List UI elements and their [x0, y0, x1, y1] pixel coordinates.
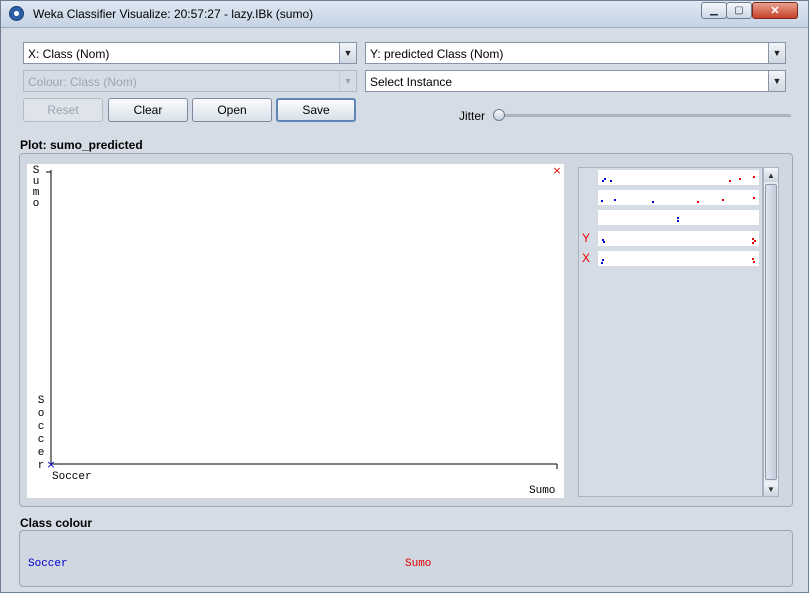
plot-title: Plot: sumo_predicted: [20, 138, 143, 152]
x-tick-label-sumo: Sumo: [529, 485, 556, 497]
x-tick-label-soccer: Soccer: [52, 471, 92, 483]
jitter-slider[interactable]: [498, 114, 791, 117]
plot-points: ××: [46, 164, 561, 471]
class-colour-sumo[interactable]: Sumo: [405, 558, 431, 570]
scroll-down-icon[interactable]: ▼: [764, 482, 778, 496]
save-button[interactable]: Save: [276, 98, 356, 122]
data-point-0[interactable]: ×: [46, 458, 55, 471]
y-axis-select-value: Y: predicted Class (Nom): [370, 47, 504, 61]
y-tick-label-sumo: Sumo: [32, 165, 40, 210]
window-title: Weka Classifier Visualize: 20:57:27 - la…: [33, 7, 314, 21]
class-colour-title: Class colour: [20, 516, 93, 530]
chevron-down-icon[interactable]: ▼: [339, 43, 356, 63]
attribute-panel-scrollbar[interactable]: ▲ ▼: [763, 167, 779, 497]
attribute-strip[interactable]: [598, 210, 759, 225]
x-selected-label: X: [582, 251, 591, 265]
jitter-label: Jitter: [459, 109, 486, 123]
y-axis-select[interactable]: Y: predicted Class (Nom) ▼: [365, 42, 786, 64]
minimize-button[interactable]: ▁: [701, 2, 727, 19]
data-point-1[interactable]: ×: [552, 164, 561, 177]
y-selected-label: Y: [582, 231, 591, 245]
weka-app-icon: [9, 6, 24, 21]
clear-button[interactable]: Clear: [108, 98, 188, 122]
attribute-strip-selected-y[interactable]: [598, 231, 759, 246]
classifier-visualize-window: Weka Classifier Visualize: 20:57:27 - la…: [0, 0, 809, 593]
reset-button: Reset: [23, 98, 103, 122]
class-colour-soccer[interactable]: Soccer: [28, 558, 68, 570]
jitter-slider-thumb[interactable]: [493, 109, 505, 121]
y-tick-label-soccer: Soccer: [37, 395, 45, 472]
title-bar[interactable]: Weka Classifier Visualize: 20:57:27 - la…: [1, 1, 808, 28]
scroll-up-icon[interactable]: ▲: [764, 168, 778, 182]
scrollbar-thumb[interactable]: [765, 184, 777, 480]
attribute-strip[interactable]: [598, 170, 759, 185]
close-button[interactable]: ✕: [752, 2, 798, 19]
colour-select-value: Colour: Class (Nom): [28, 75, 137, 89]
chevron-down-icon[interactable]: ▼: [768, 71, 785, 91]
attribute-strip-selected-x[interactable]: [598, 251, 759, 266]
x-axis-select[interactable]: X: Class (Nom) ▼: [23, 42, 357, 64]
scatter-plot-svg: ××: [46, 164, 562, 471]
chevron-down-icon[interactable]: ▼: [768, 43, 785, 63]
open-button[interactable]: Open: [192, 98, 272, 122]
instance-select[interactable]: Select Instance ▼: [365, 70, 786, 92]
colour-select: Colour: Class (Nom) ▼: [23, 70, 357, 92]
scatter-plot[interactable]: × × Sumo Soccer Soccer Sumo: [27, 164, 564, 498]
chevron-down-icon: ▼: [339, 71, 356, 91]
x-axis-select-value: X: Class (Nom): [28, 47, 110, 61]
instance-select-value: Select Instance: [370, 75, 453, 89]
attribute-strip[interactable]: [598, 190, 759, 205]
maximize-button[interactable]: ▢: [726, 2, 752, 19]
